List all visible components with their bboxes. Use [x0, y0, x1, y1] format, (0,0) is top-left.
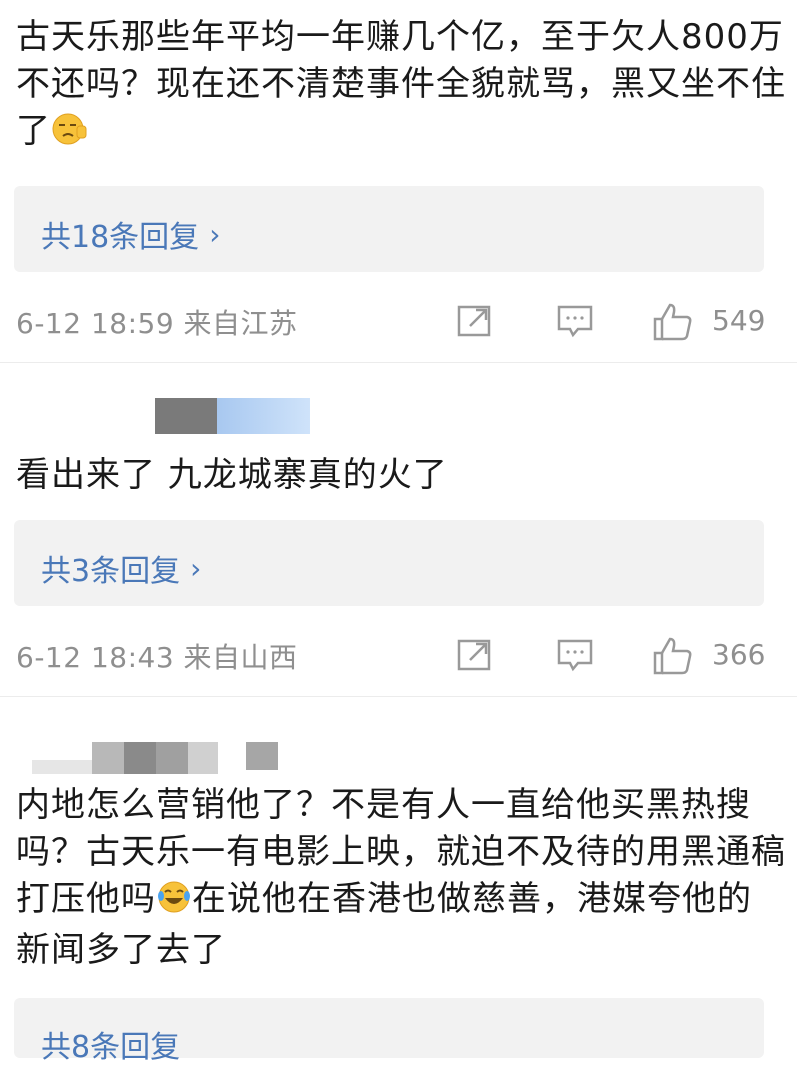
comment-1-text: 古天乐那些年平均一年赚几个亿，至于欠人800万不还吗？现在还不清楚事件全貌就骂，…: [16, 14, 786, 159]
redacted-username-block: [156, 742, 188, 774]
redacted-username-block: [217, 398, 310, 434]
comment-3-text: 内地怎么营销他了？不是有人一直给他买黑热搜吗？古天乐一有电影上映，就迫不及待的用…: [16, 785, 786, 970]
redacted-username-block: [155, 398, 217, 434]
share-icon[interactable]: [456, 636, 494, 674]
replies-box-1[interactable]: 共18条回复 ›: [14, 186, 764, 272]
like-icon[interactable]: [652, 302, 692, 341]
like-count-2: 366: [712, 638, 766, 671]
comment-icon[interactable]: [556, 636, 594, 674]
replies-count-label: 共8条回复: [41, 1030, 181, 1065]
redacted-username-block: [32, 760, 92, 774]
view-replies-link-1[interactable]: 共18条回复 ›: [41, 212, 220, 256]
comment-1-timestamp: 6-12 18:59 来自江苏: [16, 307, 298, 340]
comment-2-meta: 6-12 18:43 来自山西 366: [16, 636, 776, 676]
replies-count-label: 共3条回复: [41, 554, 181, 589]
divider: [0, 696, 797, 697]
replies-box-3[interactable]: 共8条回复: [14, 998, 764, 1065]
redacted-username-block: [188, 742, 218, 774]
view-replies-link-3[interactable]: 共8条回复: [41, 1022, 180, 1066]
replies-box-2[interactable]: 共3条回复 ›: [14, 520, 764, 606]
redacted-username-block: [92, 742, 124, 774]
like-count-1: 549: [712, 304, 766, 337]
redacted-username-block: [124, 742, 156, 774]
laughing-crying-emoji-icon: [156, 880, 192, 927]
comment-1-meta: 6-12 18:59 来自江苏 549: [16, 302, 776, 342]
chevron-right-icon: ›: [209, 217, 221, 251]
like-icon[interactable]: [652, 636, 692, 675]
chevron-right-icon: ›: [190, 551, 202, 585]
redacted-username-block: [246, 742, 278, 770]
divider: [0, 362, 797, 363]
comment-2-text: 看出来了 九龙城寨真的火了: [16, 455, 448, 495]
share-icon[interactable]: [456, 302, 494, 340]
comment-2-timestamp: 6-12 18:43 来自山西: [16, 641, 298, 674]
replies-count-label: 共18条回复: [41, 220, 200, 255]
comment-icon[interactable]: [556, 302, 594, 340]
squinting-face-emoji-icon: [51, 112, 87, 159]
view-replies-link-2[interactable]: 共3条回复 ›: [41, 546, 201, 590]
